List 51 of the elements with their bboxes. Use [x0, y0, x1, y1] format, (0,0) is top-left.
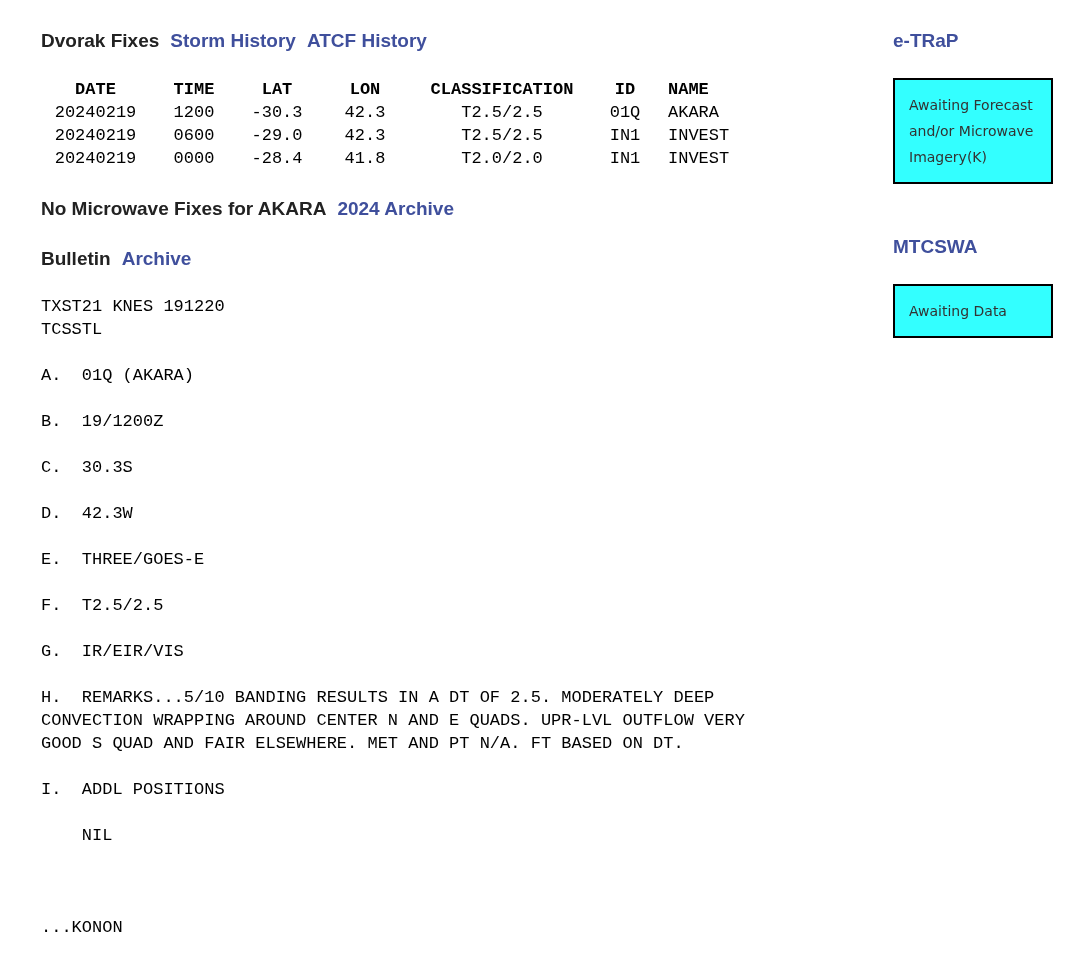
table-cell-text: 01Q — [608, 102, 642, 124]
table-cell-text: 42.3 — [343, 102, 387, 124]
bulletin-text: NIL — [80, 825, 114, 847]
column-header: LAT — [260, 79, 294, 101]
table-cell-text: 42.3 — [343, 125, 387, 147]
bulletin-text: D. 42.3W — [41, 503, 134, 525]
table-cell-text: T2.5/2.5 — [460, 102, 544, 124]
table-cell-text: 0600 — [172, 125, 216, 147]
table-cell-text: -29.0 — [250, 125, 304, 147]
table-cell-text: 1200 — [172, 102, 216, 124]
bulletin-text: E. THREE/GOES-E — [41, 549, 206, 571]
bulletin-text: H. REMARKS...5/10 BANDING RESULTS IN A DT OF 2.5. MODERATELY DEEP CONVECTION WRAPPING AROUND CENTER N AND E QUADS. UPR-LVL OUTFLOW VERY GOOD S QUAD AND FAIR ELSEWHERE. MET AND PT N/A. FT BASED ON DT. — [41, 687, 746, 755]
bulletin-signature: ...KONON — [41, 917, 124, 939]
table-cell-text: 20240219 — [53, 125, 138, 147]
column-header: NAME — [667, 79, 710, 101]
section-link[interactable]: ATCF History — [306, 28, 427, 54]
table-cell-text: AKARA — [667, 102, 720, 124]
bulletin-text: B. 19/1200Z — [41, 411, 165, 433]
column-header: ID — [613, 79, 637, 101]
bulletin-text: TXST21 KNES 191220 TCSSTL — [41, 296, 226, 341]
table-cell-text: 20240219 — [53, 102, 138, 124]
bulletin-text: C. 30.3S — [41, 457, 134, 479]
section-heading: No Microwave Fixes for AKARA — [41, 197, 327, 221]
section-heading: Dvorak Fixes — [41, 29, 160, 53]
panel-title[interactable]: MTCSWA — [893, 234, 1053, 260]
table-cell-text: IN1 — [608, 125, 642, 147]
table-cell-text: 0000 — [172, 148, 216, 170]
table-cell-text: T2.0/2.0 — [460, 148, 544, 170]
table-cell-text: 41.8 — [343, 148, 387, 170]
bulletin-text: A. 01Q (AKARA) — [41, 365, 196, 387]
section-heading: Bulletin — [41, 247, 111, 271]
table-cell-text: -30.3 — [250, 102, 304, 124]
column-header: CLASSIFICATION — [429, 79, 575, 101]
table-cell-text: IN1 — [608, 148, 642, 170]
table-cell-text: -28.4 — [250, 148, 304, 170]
column-header: TIME — [172, 79, 216, 101]
bulletin-text: I. ADDL POSITIONS — [41, 779, 226, 801]
table-cell-text: 20240219 — [53, 148, 138, 170]
table-cell-text: INVEST — [667, 148, 730, 170]
column-header: DATE — [74, 79, 117, 101]
bulletin-text: G. IR/EIR/VIS — [41, 641, 185, 663]
table-cell-text: T2.5/2.5 — [460, 125, 544, 147]
section-link[interactable]: Archive — [121, 246, 192, 272]
panel-title[interactable]: e-TRaP — [893, 28, 1053, 54]
section-link[interactable]: Storm History — [170, 28, 296, 54]
bulletin-text: F. T2.5/2.5 — [41, 595, 165, 617]
table-cell-text: INVEST — [667, 125, 730, 147]
status-message: Awaiting Forecast and/or Microwave Imagery(K) — [893, 78, 1053, 184]
column-header: LON — [348, 79, 382, 101]
status-message: Awaiting Data — [893, 284, 1053, 338]
section-link[interactable]: 2024 Archive — [337, 196, 454, 222]
